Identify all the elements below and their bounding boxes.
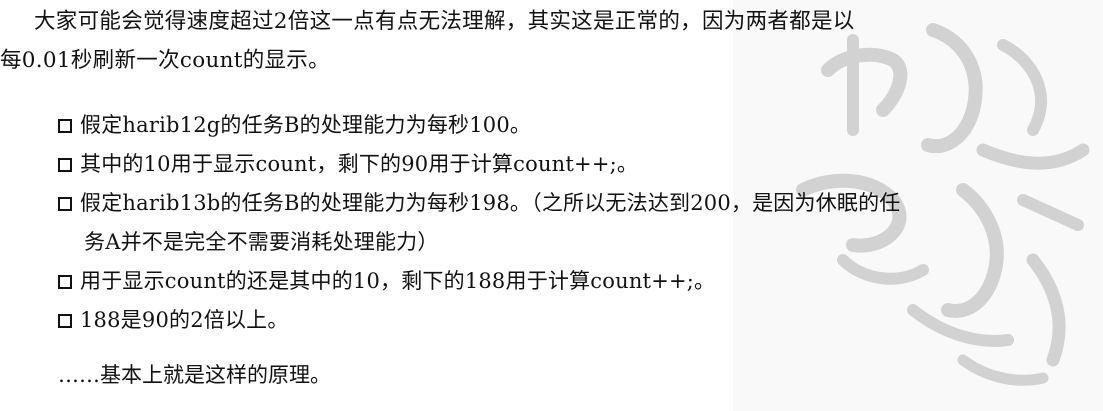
list-item-text: 假定harib13b的任务B的处理能力为每秒198。（之所以无法达到200，是因…	[80, 191, 901, 215]
checkbox-icon	[58, 197, 72, 211]
list-item-text: 假定harib12g的任务B的处理能力为每秒100。	[80, 113, 532, 137]
list-item-text: 188是90的2倍以上。	[80, 308, 289, 332]
list-item: 假定harib13b的任务B的处理能力为每秒198。（之所以无法达到200，是因…	[58, 188, 901, 218]
document-page: 大家可能会觉得速度超过2倍这一点有点无法理解，其实这是正常的，因为两者都是以 每…	[0, 0, 1103, 411]
list-item-continuation: 务A并不是完全不需要消耗处理能力）	[84, 230, 439, 254]
checkbox-icon	[58, 275, 72, 289]
paragraph-line-2: 每0.01秒刷新一次count的显示。	[0, 48, 330, 73]
list-item: 假定harib12g的任务B的处理能力为每秒100。	[58, 110, 531, 140]
list-item: 其中的10用于显示count，剩下的90用于计算count++;。	[58, 149, 638, 179]
list-item-text: 用于显示count的还是其中的10，剩下的188用于计算count++;。	[80, 269, 716, 293]
checkbox-icon	[58, 314, 72, 328]
paragraph-line-1: 大家可能会觉得速度超过2倍这一点有点无法理解，其实这是正常的，因为两者都是以	[34, 9, 855, 34]
closing-line: ……基本上就是这样的原理。	[58, 363, 331, 387]
list-item: 用于显示count的还是其中的10，剩下的188用于计算count++;。	[58, 266, 715, 296]
list-item-text: 其中的10用于显示count，剩下的90用于计算count++;。	[80, 152, 639, 176]
checkbox-icon	[58, 158, 72, 172]
list-item: 188是90的2倍以上。	[58, 305, 289, 335]
checkbox-icon	[58, 119, 72, 133]
